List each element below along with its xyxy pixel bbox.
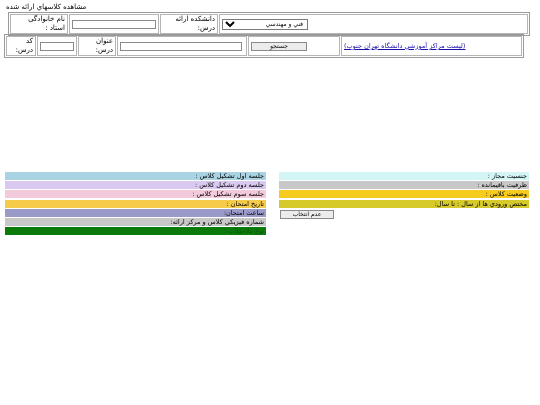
instructor-label-cell: نام خانوادگی استاد : [10, 14, 68, 34]
session2-row: جلسه دوم تشكيل كلاس : [5, 181, 266, 189]
course-code-label-cell: کد درس: [6, 36, 36, 56]
course-title-label-cell: عنوان درس: [78, 36, 116, 56]
search-button-cell: جستجو [248, 36, 340, 56]
instructor-input-cell [69, 14, 159, 34]
session1-row: جلسه اول تشكيل كلاس : [5, 172, 266, 180]
notes-row: نوع ملاحظات : [5, 227, 266, 235]
gender-row: جنسيت مجاز : [279, 172, 529, 180]
page-title: مشاهده کلاسهاي ارائه شده [6, 3, 87, 11]
university-centers-link[interactable]: (ليست مراکز آموزشي دانشگاه تهران جنوب) [344, 42, 465, 50]
capacity-row: ظرفيت باقيمانده : [279, 181, 529, 189]
course-title-input[interactable] [120, 41, 242, 51]
course-title-input-cell [117, 36, 247, 56]
filter-form: نام خانوادگی استاد : دانشکده ارائه درس: … [8, 12, 530, 36]
faculty-label-cell: دانشکده ارائه درس: [160, 14, 218, 34]
exam-date-row: تاريخ امتحان : [5, 200, 266, 208]
session3-row: جلسه سوم تشكيل كلاس : [5, 190, 266, 198]
faculty-select[interactable]: فني و مهندسي [222, 18, 308, 30]
course-title-label: عنوان درس: [95, 37, 113, 54]
faculty-label: دانشکده ارائه درس: [175, 15, 215, 32]
course-code-input[interactable] [40, 41, 74, 51]
cancel-selection-button[interactable]: عدم انتخاب [280, 210, 334, 219]
course-code-input-cell [37, 36, 77, 56]
room-row: شماره فيزيکي کلاس و مرکز ارائه: [5, 218, 266, 226]
instructor-label: نام خانوادگی استاد : [28, 15, 65, 32]
exam-time-row: ساعت امتحان: [5, 209, 266, 217]
faculty-select-cell: فني و مهندسي [219, 14, 528, 34]
course-code-label: کد درس: [15, 37, 33, 54]
status-row: وضعيت كلاس : [279, 190, 529, 198]
search-button[interactable]: جستجو [251, 41, 307, 51]
instructor-name-input[interactable] [72, 19, 156, 29]
entry-years-row: مختص ورودي ها از سال : تا سال: [279, 200, 529, 208]
centers-link-cell: (ليست مراکز آموزشي دانشگاه تهران جنوب) [341, 36, 522, 56]
search-form: کد درس: عنوان درس: جستجو (ليست مراکز آمو… [4, 34, 524, 58]
